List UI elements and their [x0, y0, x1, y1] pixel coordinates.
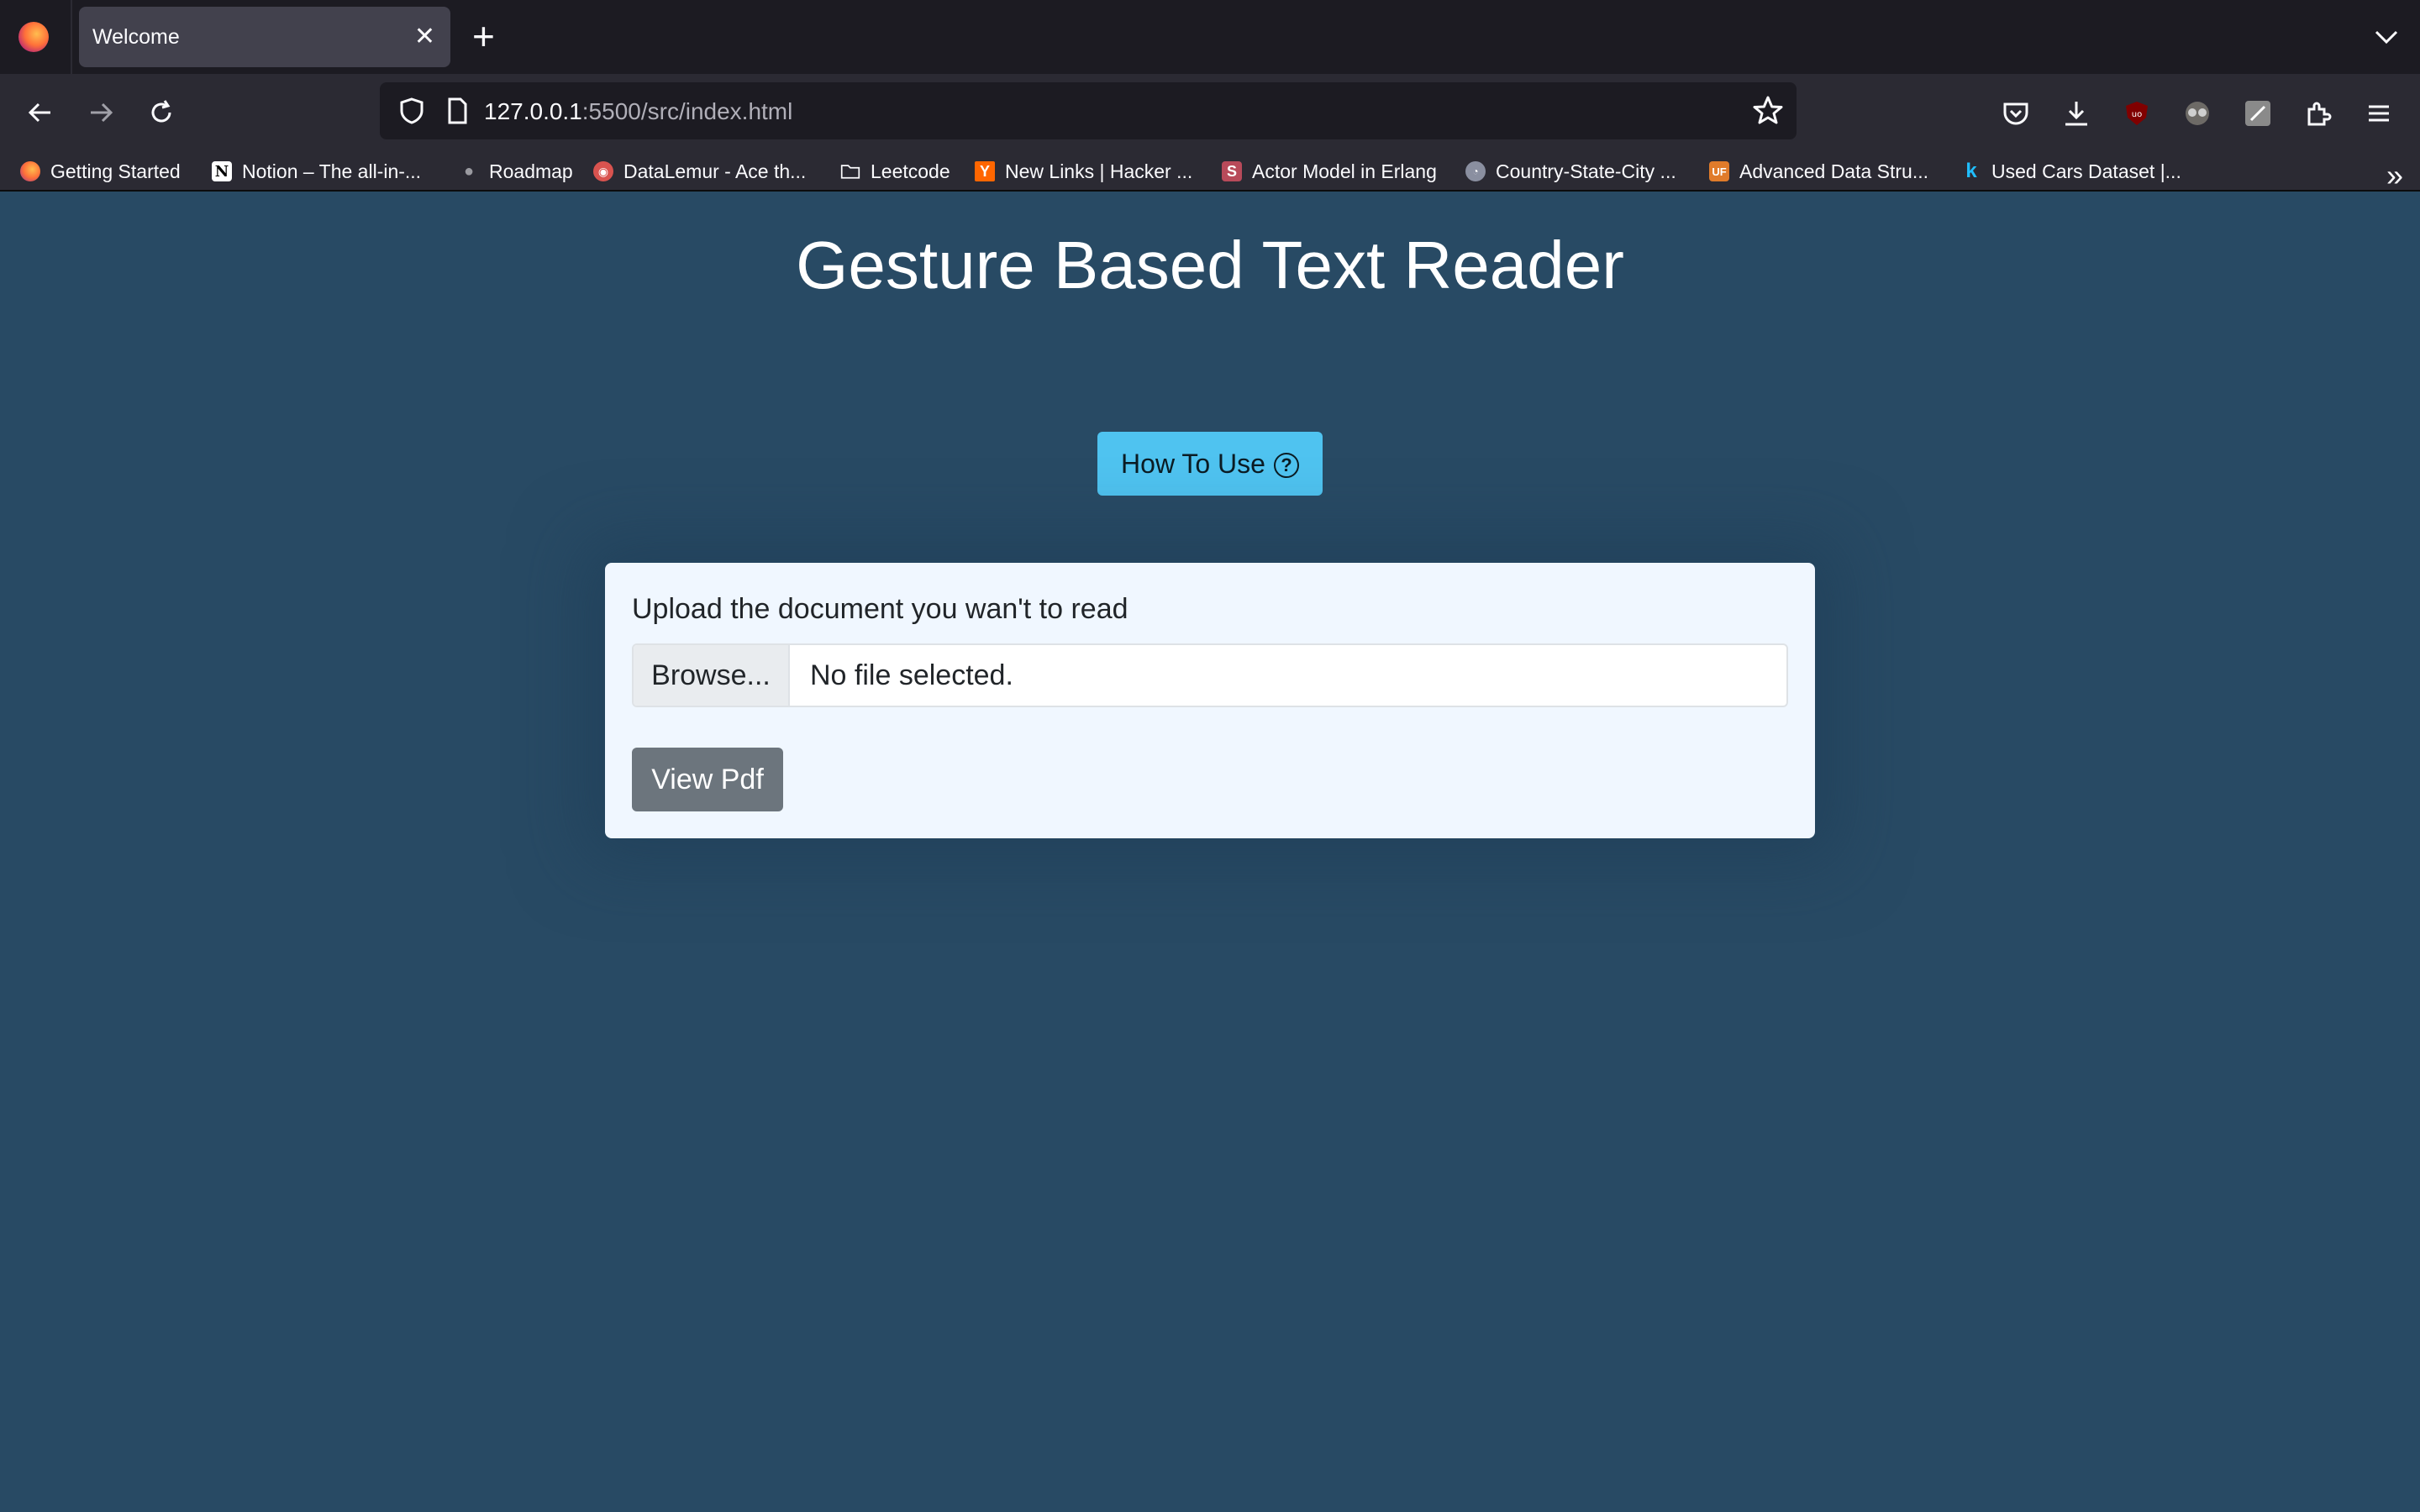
uf-icon: UF — [1709, 161, 1729, 181]
bookmark-label: Advanced Data Stru... — [1739, 160, 1929, 182]
bookmark-country-state-city[interactable]: ◔ Country-State-City ... — [1465, 153, 1676, 190]
bookmark-label: New Links | Hacker ... — [1005, 160, 1193, 182]
bookmark-star-icon[interactable] — [1751, 94, 1785, 132]
url-bar[interactable]: 127.0.0.1:5500/src/index.html — [380, 82, 1797, 139]
folder-icon — [840, 161, 860, 181]
bookmark-used-cars-dataset[interactable]: k Used Cars Dataset |... — [1961, 153, 2181, 190]
chevron-down-icon[interactable] — [2371, 22, 2402, 52]
bookmark-label: Notion – The all-in-... — [242, 160, 422, 182]
bookmark-label: Leetcode — [871, 160, 950, 182]
navigation-toolbar: 127.0.0.1:5500/src/index.html uo — [0, 74, 2420, 153]
tab-title: Welcome — [92, 25, 180, 49]
upload-card: Upload the document you wan't to read Br… — [605, 563, 1815, 838]
tab-close-icon[interactable]: ✕ — [414, 20, 435, 54]
bookmarks-overflow-chevron-icon[interactable]: » — [2386, 158, 2403, 193]
notion-icon: N — [212, 161, 232, 181]
bookmark-label: Used Cars Dataset |... — [1991, 160, 2181, 182]
file-input[interactable]: Browse... No file selected. — [632, 643, 1788, 707]
pocket-icon[interactable] — [2000, 97, 2032, 129]
bookmark-advanced-data-structures[interactable]: UF Advanced Data Stru... — [1709, 153, 1928, 190]
url-text[interactable]: 127.0.0.1:5500/src/index.html — [484, 98, 792, 125]
question-circle-icon: ? — [1273, 453, 1299, 478]
roadmap-icon: ● — [463, 161, 475, 181]
shield-icon[interactable] — [395, 94, 429, 132]
extensions-puzzle-icon[interactable] — [2302, 97, 2334, 129]
menu-hamburger-icon[interactable] — [2363, 97, 2395, 129]
bookmark-label: Getting Started — [50, 160, 181, 182]
datalemur-icon: ◉ — [593, 161, 613, 181]
actor-model-icon: S — [1222, 161, 1242, 181]
bookmark-roadmap[interactable]: ● Roadmap — [459, 153, 573, 190]
bookmark-hacker-news[interactable]: Y New Links | Hacker ... — [975, 153, 1192, 190]
active-tab[interactable]: Welcome ✕ — [79, 7, 450, 67]
back-arrow-icon[interactable] — [17, 89, 64, 136]
bookmarks-toolbar: Getting Started N Notion – The all-in-..… — [0, 153, 2420, 192]
bookmark-datalemur[interactable]: ◉ DataLemur - Ace th... — [593, 153, 806, 190]
bookmark-label: Roadmap — [489, 160, 573, 182]
firefox-logo-icon[interactable] — [18, 22, 49, 52]
tab-strip: Welcome ✕ + — [0, 0, 2420, 74]
hackernews-icon: Y — [975, 161, 995, 181]
firefox-icon — [20, 161, 40, 181]
forward-arrow-icon[interactable] — [77, 89, 124, 136]
page-info-icon[interactable] — [440, 94, 474, 132]
browse-button[interactable]: Browse... — [634, 645, 790, 706]
csc-icon: ◔ — [1465, 161, 1486, 181]
new-tab-icon[interactable]: + — [472, 15, 495, 57]
bookmark-label: Actor Model in Erlang — [1252, 160, 1437, 182]
download-icon[interactable] — [2060, 97, 2092, 129]
bookmark-folder-leetcode[interactable]: Leetcode — [840, 153, 950, 190]
view-pdf-button[interactable]: View Pdf — [632, 748, 783, 811]
url-host: 127.0.0.1 — [484, 98, 582, 124]
reload-icon[interactable] — [138, 89, 185, 136]
ublock-icon[interactable]: uo — [2121, 97, 2153, 129]
how-to-use-label: How To Use — [1121, 448, 1265, 479]
how-to-use-button[interactable]: How To Use ? — [1097, 432, 1323, 496]
upload-label: Upload the document you wan't to read — [632, 593, 1128, 625]
svg-text:uo: uo — [2132, 110, 2142, 119]
url-path: :5500/src/index.html — [581, 98, 793, 124]
extension-tool-icon[interactable] — [2242, 97, 2274, 129]
extension-glasses-icon[interactable] — [2181, 97, 2213, 129]
page-title: Gesture Based Text Reader — [796, 228, 1624, 302]
file-status-text: No file selected. — [810, 659, 1013, 691]
bookmark-actor-model[interactable]: S Actor Model in Erlang — [1222, 153, 1437, 190]
bookmark-notion[interactable]: N Notion – The all-in-... — [212, 153, 421, 190]
tab-divider — [71, 0, 72, 74]
bookmark-label: Country-State-City ... — [1496, 160, 1676, 182]
bookmark-getting-started[interactable]: Getting Started — [20, 153, 181, 190]
bookmark-label: DataLemur - Ace th... — [623, 160, 807, 182]
kaggle-icon: k — [1965, 160, 1977, 182]
